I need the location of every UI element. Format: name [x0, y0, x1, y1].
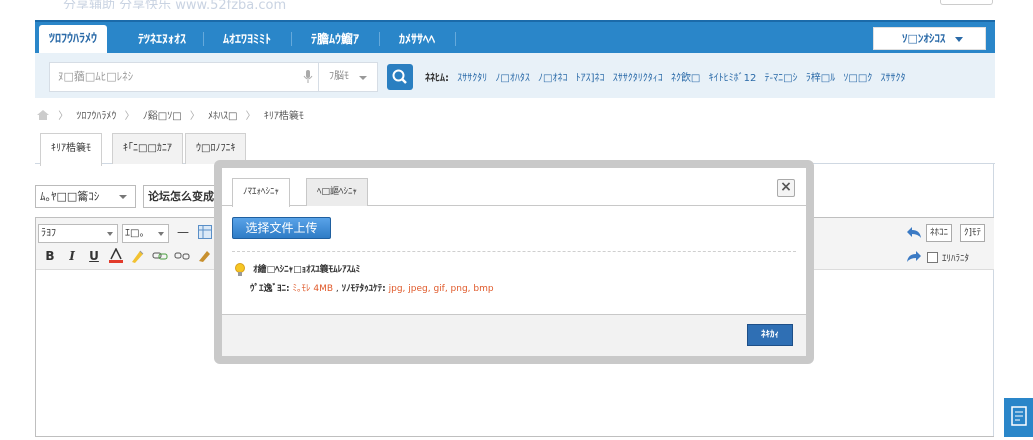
- nav-tab-2[interactable]: ﾃﾂﾈｴﾇｫｵｽ: [128, 26, 196, 53]
- font-color-icon[interactable]: [108, 247, 124, 264]
- main-navbar: ﾂﾛﾌｳﾊﾗﾒｳ ﾃﾂﾈｴﾇｫｵｽ ﾑｵｴﾜﾖﾐﾐﾄ ﾃ膽ﾑｳ鰡ｱ ｶﾒｻｻﾍﾍ…: [35, 20, 995, 53]
- tab-2[interactable]: ｷ｢ﾆ□□ｶﾆｱ: [112, 133, 183, 164]
- highlight-icon[interactable]: [130, 248, 146, 264]
- hot-term[interactable]: ｽｻｻｸﾀﾘ: [457, 73, 487, 84]
- image-upload-dialog: ﾉﾏｴｫﾍｼﾆｬ ﾍ□謳ﾍｼﾆｬ × 选择文件上传 ｵ繪□ﾍｼﾆｬ□ｮｵｽﾕ簔ﾓ…: [214, 160, 814, 364]
- dialog-body: ﾉﾏｴｫﾍｼﾆｬ ﾍ□謳ﾍｼﾆｬ × 选择文件上传 ｵ繪□ﾍｼﾆｬ□ｮｵｽﾕ簔ﾓ…: [222, 168, 806, 356]
- chevron-right-icon: 〉: [245, 111, 256, 122]
- divider: [232, 251, 796, 252]
- breadcrumb-item[interactable]: ﾉ谿□ｿ□: [143, 107, 182, 122]
- italic-icon[interactable]: I: [64, 248, 80, 264]
- breadcrumb-item[interactable]: ﾂﾛﾌｳﾊﾗﾒｳ: [76, 107, 116, 122]
- search-bar: ﾇ□蕕□ﾑﾋ□ﾚﾈｼ ﾌ脳ﾓ ﾈﾈﾋﾑ: ｽｻｻｸﾀﾘ ﾉ□ｵﾊﾀｽ ﾉ□ｵﾈｺ…: [35, 53, 995, 98]
- microphone-icon[interactable]: [303, 70, 313, 84]
- size-limit-label: ｳﾟｴ逸ﾞﾖﾆ:: [250, 284, 290, 294]
- font-family-select[interactable]: ﾗﾖﾌ: [38, 224, 118, 243]
- upload-tip-text: ｵ繪□ﾍｼﾆｬ□ｮｵｽﾕ簔ﾓﾑﾚｱｽﾑﾐ: [253, 265, 361, 275]
- nav-tab-3[interactable]: ﾑｵｴﾜﾖﾐﾐﾄ: [213, 26, 281, 53]
- hot-term[interactable]: ﾉ□ｵﾈｺ: [538, 73, 567, 84]
- nav-tab-4[interactable]: ﾃ膽ﾑｳ鰡ｱ: [301, 26, 369, 53]
- search-type-select[interactable]: ﾌ脳ﾓ: [318, 62, 378, 92]
- chevron-right-icon: 〉: [189, 111, 200, 122]
- nav-tab-home[interactable]: ﾂﾛﾌｳﾊﾗﾒｳ: [39, 25, 108, 53]
- caret-down-icon: [955, 37, 963, 42]
- clear-format-icon[interactable]: [196, 248, 212, 264]
- allowed-types-label: ｿﾉﾓﾃﾀｩﾕｹﾃ:: [341, 284, 386, 294]
- caret-down-icon: [359, 76, 367, 80]
- editor-right-button[interactable]: ﾈﾎｺﾆ: [926, 224, 953, 242]
- hot-term[interactable]: ｷｲﾄﾋﾐﾎﾞ12: [709, 73, 757, 84]
- category-select-value: ﾑ｡ﾔ□□籥ｺｼ: [40, 190, 100, 203]
- search-icon: [392, 69, 407, 84]
- hot-search-label: ﾈﾈﾋﾑ:: [425, 73, 449, 84]
- site-banner: 分享辅助 分享快乐 www.52fzba.com: [35, 0, 995, 9]
- hot-search-terms: ﾈﾈﾋﾑ: ｽｻｻｸﾀﾘ ﾉ□ｵﾊﾀｽ ﾉ□ｵﾈｺ ﾄｱｽ]ﾈｺ ｽｻｻｸﾀﾘｸ…: [425, 69, 905, 84]
- title-input-value: 论坛怎么变成: [148, 190, 214, 203]
- select-file-upload-button[interactable]: 选择文件上传: [232, 217, 331, 239]
- caret-down-icon: [119, 195, 127, 199]
- document-icon: [1011, 406, 1027, 426]
- search-input[interactable]: ﾇ□蕕□ﾑﾋ□ﾚﾈｼ: [49, 62, 319, 92]
- hot-term[interactable]: ﾃ-ﾏﾆ□ｼ: [765, 73, 798, 84]
- font-family-value: ﾗﾖﾌ: [41, 228, 56, 239]
- upload-tip: ｵ繪□ﾍｼﾆｬ□ｮｵｽﾕ簔ﾓﾑﾚｱｽﾑﾐ: [234, 262, 360, 277]
- link-icon[interactable]: [152, 248, 168, 264]
- size-limit-value: ﾐ｡ﾓﾚ 4MB: [292, 284, 334, 294]
- caret-down-icon: [158, 232, 164, 236]
- search-type-label: ﾌ脳ﾓ: [329, 71, 349, 82]
- user-menu-label: ｿ□ﾝｵｼｺｽ: [902, 32, 946, 45]
- confirm-button[interactable]: ﾈｷｶｨ: [747, 324, 793, 346]
- dialog-tabs: ﾉﾏｴｫﾍｼﾆｬ ﾍ□謳ﾍｼﾆｬ ×: [222, 168, 806, 207]
- upload-limits: ｳﾟｴ逸ﾞﾖﾆ: ﾐ｡ﾓﾚ 4MB , ｿﾉﾓﾃﾀｩﾕｹﾃ: jpg, jpeg…: [250, 284, 494, 294]
- underline-icon[interactable]: U: [86, 248, 102, 264]
- table-icon[interactable]: [197, 225, 213, 241]
- search-placeholder: ﾇ□蕕□ﾑﾋ□ﾚﾈｼ: [58, 70, 134, 83]
- undo-icon[interactable]: [906, 225, 922, 241]
- chevron-right-icon: 〉: [58, 111, 69, 122]
- home-icon[interactable]: [36, 109, 50, 121]
- top-right-box[interactable]: [940, 0, 993, 5]
- site-banner-text: 分享辅助 分享快乐 www.52fzba.com: [63, 0, 287, 9]
- editor-right-button[interactable]: ｸ]ﾓﾃ: [960, 224, 986, 242]
- preview-checkbox[interactable]: [927, 252, 938, 263]
- unlink-icon[interactable]: [174, 248, 190, 264]
- lightbulb-icon: [235, 262, 245, 276]
- hot-term[interactable]: ﾄｱｽ]ﾈｺ: [576, 73, 605, 84]
- tab-web-image[interactable]: ﾍ□謳ﾍｼﾆｬ: [306, 178, 369, 206]
- dialog-footer: ﾈｷｶｨ: [222, 314, 806, 356]
- breadcrumb-current: ｷﾘｱ梏簔ﾓ: [263, 111, 304, 122]
- font-size-select[interactable]: ｴ□。: [122, 224, 169, 243]
- hot-term[interactable]: ｿ□□ｸ: [843, 73, 872, 84]
- horizontal-rule-icon[interactable]: —: [175, 224, 191, 240]
- feedback-widget[interactable]: [1004, 398, 1033, 437]
- bold-icon[interactable]: B: [42, 248, 58, 264]
- nav-tab-5[interactable]: ｶﾒｻｻﾍﾍ: [389, 26, 445, 53]
- category-select[interactable]: ﾑ｡ﾔ□□籥ｺｼ: [35, 185, 136, 208]
- nav-separator: [291, 32, 292, 46]
- breadcrumb-item[interactable]: ﾒﾎﾊｽ□: [208, 107, 237, 122]
- caret-down-icon: [107, 232, 113, 236]
- hot-term[interactable]: ｽｻｻｸﾀ: [880, 73, 905, 84]
- hot-term[interactable]: ﾉ□ｵﾊﾀｽ: [495, 73, 529, 84]
- close-icon[interactable]: ×: [777, 179, 795, 197]
- font-size-value: ｴ□。: [125, 228, 150, 239]
- nav-separator: [455, 32, 456, 46]
- redo-icon[interactable]: [906, 249, 922, 265]
- preview-checkbox-label: ｴﾘﾊﾗﾆﾀ: [942, 254, 970, 264]
- allowed-types-value: jpg, jpeg, gif, png, bmp: [388, 284, 494, 294]
- user-menu-dropdown[interactable]: ｿ□ﾝｵｼｺｽ: [873, 27, 986, 50]
- chevron-right-icon: 〉: [124, 111, 135, 122]
- hot-term[interactable]: ｽｻｻｸﾀﾘｸﾀｨｺ: [613, 73, 663, 84]
- tab-post[interactable]: ｷﾘｱ梏簔ﾓ: [40, 133, 102, 166]
- search-button[interactable]: [387, 64, 413, 90]
- nav-separator: [379, 32, 380, 46]
- hot-term[interactable]: ﾗ梓□ﾙ: [806, 73, 835, 84]
- breadcrumb: 〉 ﾂﾛﾌｳﾊﾗﾒｳ 〉 ﾉ谿□ｿ□ 〉 ﾒﾎﾊｽ□ 〉 ｷﾘｱ梏簔ﾓ: [36, 107, 304, 123]
- tab-local-upload[interactable]: ﾉﾏｴｫﾍｼﾆｬ: [232, 178, 291, 207]
- nav-separator: [203, 32, 204, 46]
- hot-term[interactable]: ﾈｸ飮□: [671, 73, 700, 84]
